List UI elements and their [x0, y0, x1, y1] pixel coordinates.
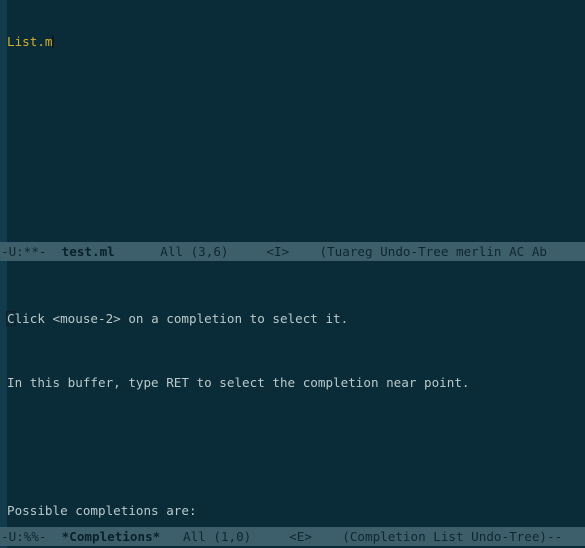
- completions-blank-line: [7, 439, 585, 455]
- left-fringe-completions: [0, 261, 7, 527]
- mode-line-edit-window[interactable]: -U:**- test.ml All (3,6) <I> (Tuareg Und…: [0, 242, 585, 261]
- mode-line-position: All (3,6): [160, 244, 229, 259]
- mode-line-position: All (1,0): [183, 529, 252, 544]
- completions-instruction-line-2: In this buffer, type RET to select the c…: [7, 375, 470, 390]
- mode-line-indicators: -U:**-: [1, 244, 47, 259]
- mode-line-spacer-4: [289, 244, 319, 259]
- completions-instruction-1-text: lick <mouse-2> on a completion to select…: [14, 311, 349, 326]
- edit-buffer-text[interactable]: List.m: [7, 0, 585, 242]
- completions-window[interactable]: Click <mouse-2> on a completion to selec…: [0, 261, 585, 527]
- mode-line-spacer-1: [47, 244, 62, 259]
- left-fringe-edit: [0, 0, 7, 242]
- module-reference-text: List.m: [7, 34, 53, 49]
- mode-line-spacer-3: [251, 529, 289, 544]
- mode-line-spacer-4: [312, 529, 342, 544]
- mode-line-completions-window[interactable]: -U:%%- *Completions* All (1,0) <E> (Comp…: [0, 527, 585, 546]
- emacs-frame: List.m -U:**- test.ml All (3,6) <I> (Tua…: [0, 0, 585, 548]
- completions-buffer-text[interactable]: Click <mouse-2> on a completion to selec…: [6, 261, 585, 527]
- mode-line-spacer-2: [115, 244, 161, 259]
- mode-line-spacer-2: [160, 529, 183, 544]
- completions-instruction-line-1: Click <mouse-2> on a completion to selec…: [6, 311, 585, 327]
- mode-line-input-method[interactable]: <I>: [266, 244, 289, 259]
- mode-line-buffer-name[interactable]: test.ml: [62, 244, 115, 259]
- text-cursor: [51, 35, 54, 48]
- code-line-1[interactable]: List.m: [7, 34, 585, 50]
- mode-line-input-method[interactable]: <E>: [289, 529, 312, 544]
- mode-line-modes[interactable]: (Tuareg Undo-Tree merlin AC Ab: [320, 244, 547, 259]
- mode-line-spacer-1: [47, 529, 62, 544]
- mode-line-indicators: -U:%%-: [1, 529, 47, 544]
- edit-window[interactable]: List.m: [0, 0, 585, 242]
- mode-line-buffer-name[interactable]: *Completions*: [62, 529, 161, 544]
- mode-line-spacer-3: [229, 244, 267, 259]
- mode-line-modes[interactable]: (Completion List Undo-Tree)--: [342, 529, 562, 544]
- completions-heading: Possible completions are:: [7, 503, 197, 518]
